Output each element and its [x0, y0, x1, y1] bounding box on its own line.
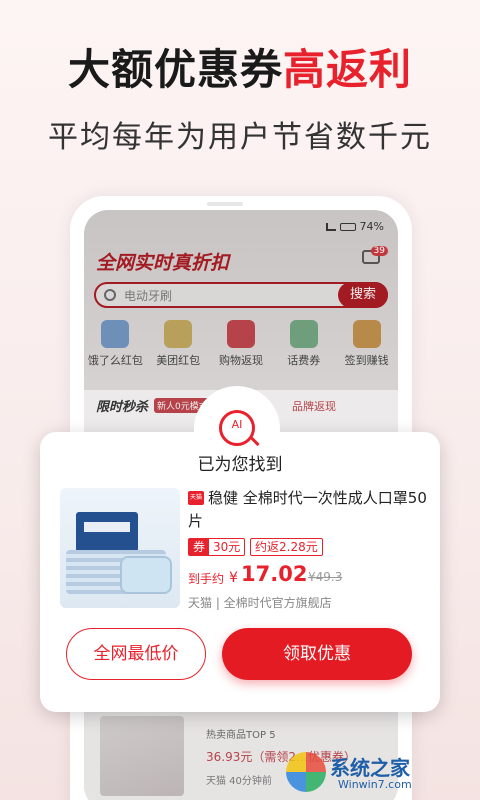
mask-icon: [120, 556, 172, 594]
mask-box-label: [84, 522, 130, 532]
rebate-tag: 约返2.28元: [250, 538, 323, 556]
message-badge: 39: [370, 246, 388, 256]
headline-part2: 高返利: [283, 45, 413, 94]
watermark-url: Winwin7.com: [338, 778, 412, 791]
status-bar: 74%: [325, 220, 384, 233]
app-title: 全网实时真折扣: [96, 252, 230, 274]
signal-icon: [325, 222, 336, 231]
product-image[interactable]: [60, 488, 180, 608]
battery-level: 74%: [359, 220, 384, 233]
category-phone-coupon[interactable]: 话费券: [275, 320, 333, 368]
mask-box: [76, 512, 138, 552]
phone-coupon-icon: [289, 320, 318, 348]
phone-speaker: [207, 202, 243, 206]
coupon-label: 券: [189, 539, 210, 555]
lowest-price-button[interactable]: 全网最低价: [66, 628, 206, 680]
search-placeholder: 电动牙刷: [124, 289, 173, 303]
eleme-icon: [101, 320, 130, 348]
coupon-tag: 券 30元: [188, 538, 246, 556]
ai-badge-text: AI: [231, 418, 243, 431]
shop-name[interactable]: 天猫 | 全棉时代官方旗舰店: [188, 594, 332, 611]
subheadline: 平均每年为用户节省数千元: [48, 120, 432, 155]
category-row: 饿了么红包 美团红包 购物返现 话费券 签到赚钱: [84, 320, 398, 368]
battery-icon: [339, 222, 356, 231]
tmall-icon: 天猫: [188, 491, 204, 505]
category-label: 美团红包: [156, 354, 201, 367]
category-label: 购物返现: [218, 354, 263, 367]
promo-right[interactable]: 品牌返现: [292, 398, 336, 414]
price-currency: ¥: [229, 570, 238, 586]
category-checkin[interactable]: 签到赚钱: [338, 320, 396, 368]
bottom-meta: 天猫 40分钟前: [206, 776, 272, 787]
checkin-icon: [352, 320, 381, 348]
price-label: 到手约: [188, 572, 225, 586]
coupon-value: 30元: [213, 540, 241, 554]
promo-title: 限时秒杀: [96, 400, 149, 415]
headline-part1: 大额优惠券: [67, 45, 283, 94]
claim-coupon-button[interactable]: 领取优惠: [222, 628, 412, 680]
cashback-icon: [226, 320, 255, 348]
headline: 大额优惠券高返利: [0, 36, 480, 97]
search-button[interactable]: 搜索: [338, 282, 388, 308]
meituan-icon: [164, 320, 193, 348]
found-text: 已为您找到: [197, 455, 283, 475]
final-price: 17.02: [241, 562, 308, 586]
original-price: ¥49.3: [308, 570, 343, 584]
windows-logo-icon: [286, 752, 326, 792]
product-thumbnail: [100, 716, 184, 796]
search-icon: [104, 289, 116, 301]
bottom-title: 热卖商品TOP 5: [206, 730, 276, 741]
search-bar[interactable]: 电动牙刷 搜索: [94, 282, 388, 308]
category-label: 饿了么红包: [87, 354, 143, 367]
product-title[interactable]: 稳健 全棉时代一次性成人口罩50片: [188, 487, 428, 533]
watermark-text: 系统之家: [330, 756, 410, 780]
category-cashback[interactable]: 购物返现: [212, 320, 270, 368]
category-eleme[interactable]: 饿了么红包: [86, 320, 144, 368]
category-label: 签到赚钱: [344, 354, 389, 367]
category-meituan[interactable]: 美团红包: [149, 320, 207, 368]
category-label: 话费券: [287, 354, 321, 367]
